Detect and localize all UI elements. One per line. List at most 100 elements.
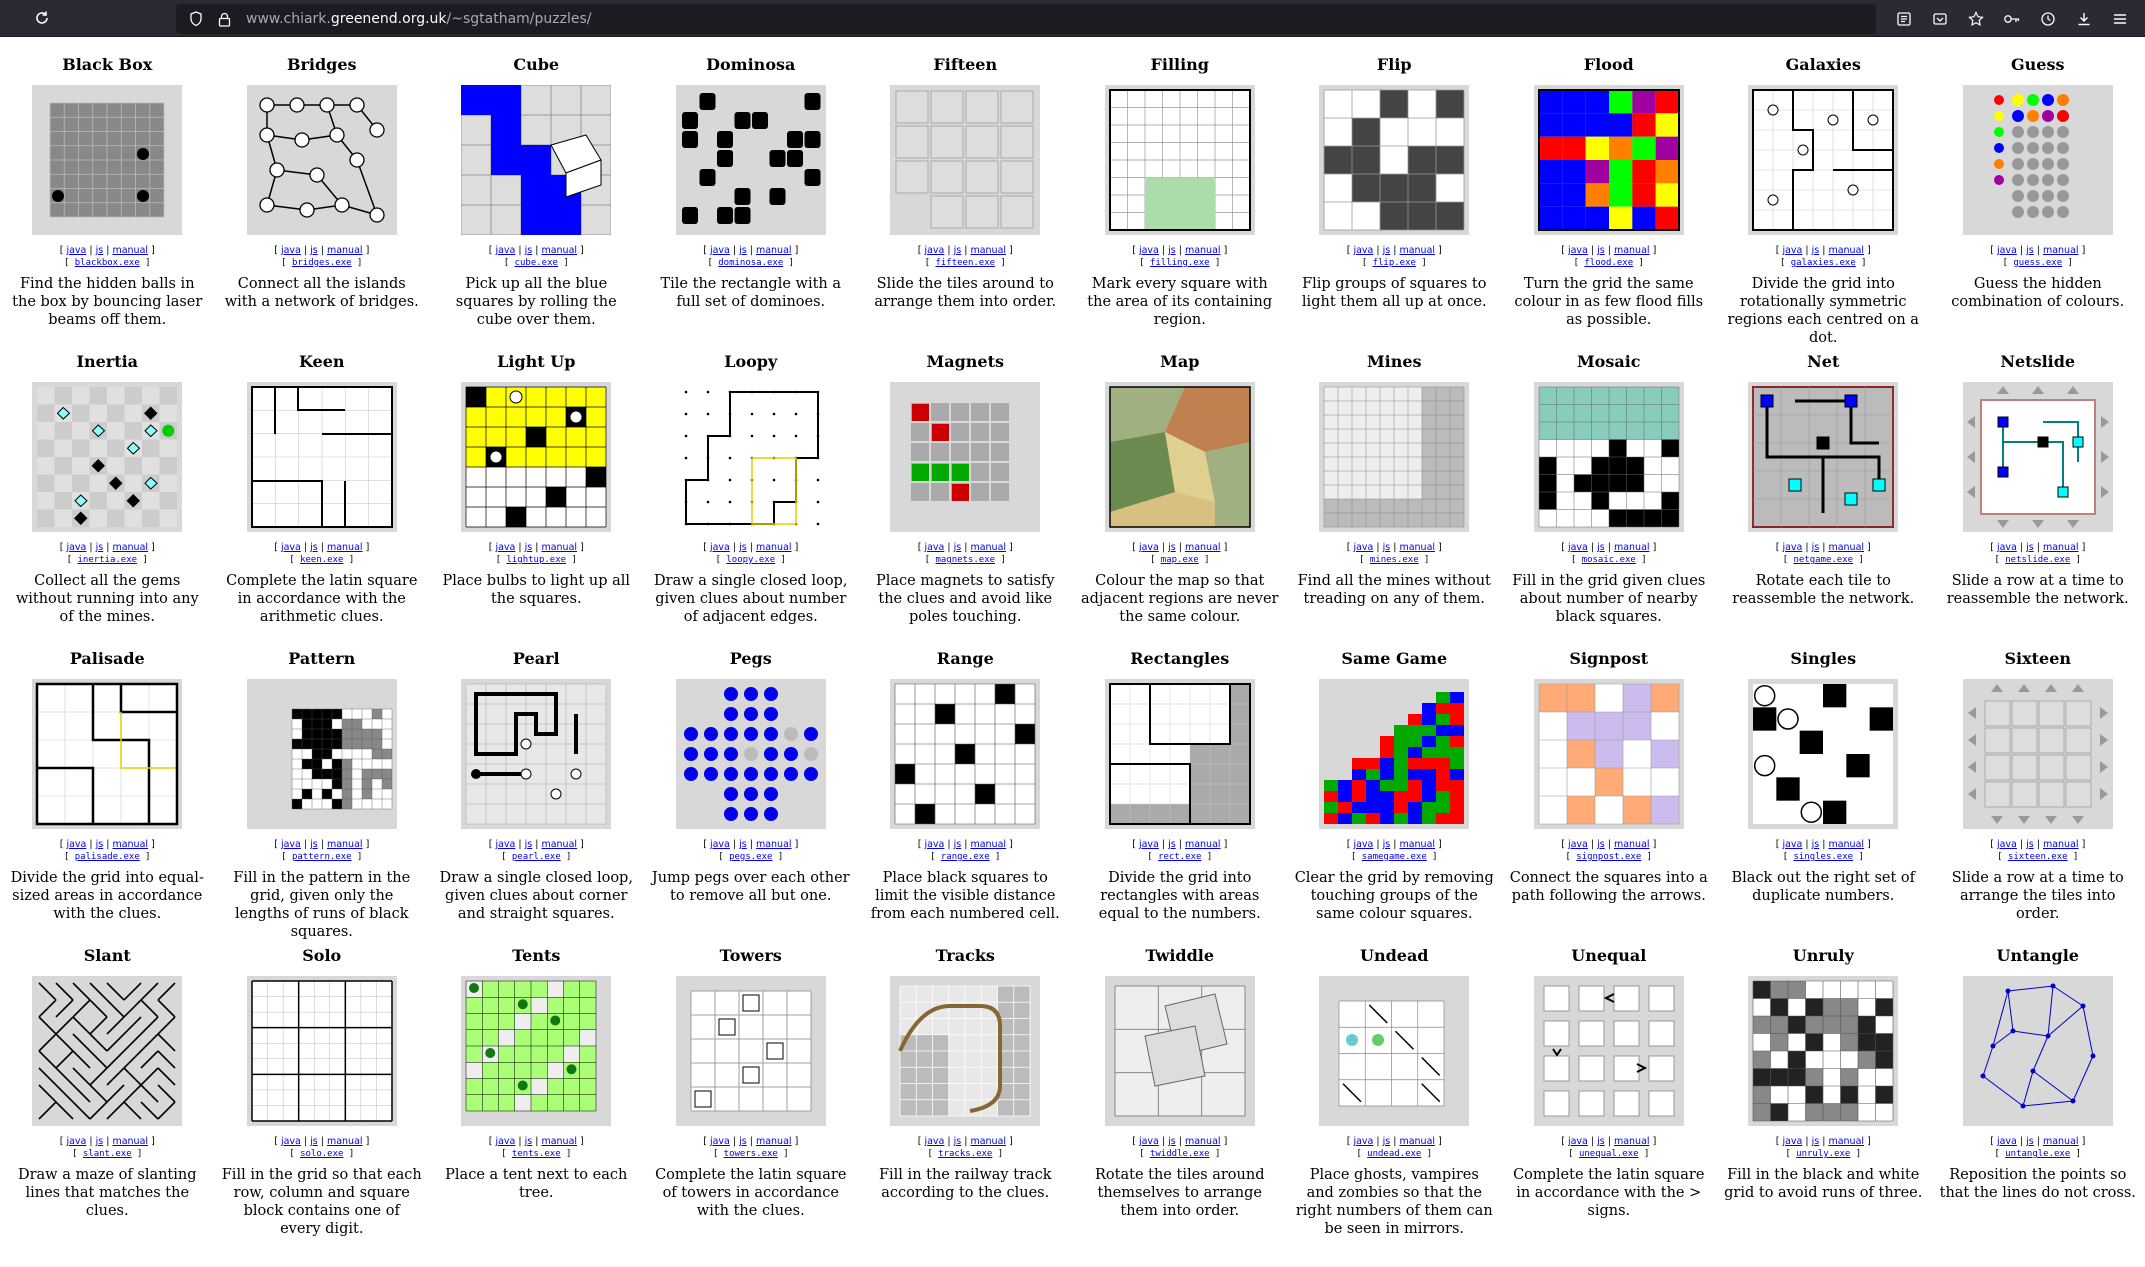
reader-view-icon[interactable] xyxy=(1889,4,1919,34)
manual-link[interactable]: manual xyxy=(327,839,363,850)
exe-download-link[interactable]: pegs.exe xyxy=(729,852,772,862)
js-link[interactable]: js xyxy=(525,245,533,256)
exe-download-link[interactable]: netgame.exe xyxy=(1793,555,1853,565)
exe-download-link[interactable]: lightup.exe xyxy=(506,555,566,565)
java-link[interactable]: java xyxy=(710,839,730,850)
manual-link[interactable]: manual xyxy=(970,839,1006,850)
exe-download-link[interactable]: singles.exe xyxy=(1793,852,1853,862)
exe-download-link[interactable]: unruly.exe xyxy=(1796,1149,1850,1159)
puzzle-screenshot-net[interactable] xyxy=(1748,382,1899,532)
js-link[interactable]: js xyxy=(310,542,318,553)
puzzle-screenshot-tents[interactable] xyxy=(461,976,612,1126)
manual-link[interactable]: manual xyxy=(327,1136,363,1147)
manual-link[interactable]: manual xyxy=(112,839,148,850)
js-link[interactable]: js xyxy=(96,245,104,256)
exe-download-link[interactable]: mosaic.exe xyxy=(1582,555,1636,565)
exe-download-link[interactable]: mines.exe xyxy=(1370,555,1419,565)
java-link[interactable]: java xyxy=(495,542,515,553)
exe-download-link[interactable]: untangle.exe xyxy=(2005,1149,2070,1159)
java-link[interactable]: java xyxy=(1568,839,1588,850)
exe-download-link[interactable]: bridges.exe xyxy=(292,258,352,268)
puzzle-screenshot-twiddle[interactable] xyxy=(1104,976,1255,1126)
exe-download-link[interactable]: tracks.exe xyxy=(938,1149,992,1159)
manual-link[interactable]: manual xyxy=(1828,1136,1864,1147)
puzzle-screenshot-map[interactable] xyxy=(1104,382,1255,532)
lock-icon[interactable] xyxy=(212,7,236,31)
js-link[interactable]: js xyxy=(525,542,533,553)
java-link[interactable]: java xyxy=(281,1136,301,1147)
java-link[interactable]: java xyxy=(1782,245,1802,256)
exe-download-link[interactable]: map.exe xyxy=(1161,555,1199,565)
java-link[interactable]: java xyxy=(66,542,86,553)
js-link[interactable]: js xyxy=(1597,245,1605,256)
js-link[interactable]: js xyxy=(2026,542,2034,553)
manual-link[interactable]: manual xyxy=(112,245,148,256)
java-link[interactable]: java xyxy=(1139,542,1159,553)
shield-icon[interactable] xyxy=(184,7,208,31)
js-link[interactable]: js xyxy=(1383,245,1391,256)
js-link[interactable]: js xyxy=(2026,245,2034,256)
manual-link[interactable]: manual xyxy=(1185,839,1221,850)
java-link[interactable]: java xyxy=(281,542,301,553)
js-link[interactable]: js xyxy=(1383,839,1391,850)
manual-link[interactable]: manual xyxy=(2043,542,2079,553)
manual-link[interactable]: manual xyxy=(1399,542,1435,553)
js-link[interactable]: js xyxy=(954,1136,962,1147)
js-link[interactable]: js xyxy=(954,245,962,256)
manual-link[interactable]: manual xyxy=(541,1136,577,1147)
puzzle-screenshot-unequal[interactable] xyxy=(1533,976,1684,1126)
manual-link[interactable]: manual xyxy=(1399,1136,1435,1147)
java-link[interactable]: java xyxy=(1353,1136,1373,1147)
java-link[interactable]: java xyxy=(924,839,944,850)
exe-download-link[interactable]: cube.exe xyxy=(515,258,558,268)
puzzle-screenshot-solo[interactable] xyxy=(246,976,397,1126)
exe-download-link[interactable]: netslide.exe xyxy=(2005,555,2070,565)
js-link[interactable]: js xyxy=(2026,1136,2034,1147)
manual-link[interactable]: manual xyxy=(970,542,1006,553)
puzzle-screenshot-filling[interactable] xyxy=(1104,85,1255,235)
js-link[interactable]: js xyxy=(96,542,104,553)
java-link[interactable]: java xyxy=(1997,542,2017,553)
exe-download-link[interactable]: sixteen.exe xyxy=(2008,852,2068,862)
exe-download-link[interactable]: dominosa.exe xyxy=(718,258,783,268)
puzzle-screenshot-palisade[interactable] xyxy=(32,679,183,829)
java-link[interactable]: java xyxy=(1997,1136,2017,1147)
manual-link[interactable]: manual xyxy=(1614,1136,1650,1147)
exe-download-link[interactable]: blackbox.exe xyxy=(75,258,140,268)
exe-download-link[interactable]: towers.exe xyxy=(724,1149,778,1159)
puzzle-screenshot-towers[interactable] xyxy=(675,976,826,1126)
puzzle-screenshot-lightup[interactable] xyxy=(461,382,612,532)
puzzle-screenshot-pegs[interactable] xyxy=(675,679,826,829)
manual-link[interactable]: manual xyxy=(970,245,1006,256)
js-link[interactable]: js xyxy=(525,839,533,850)
java-link[interactable]: java xyxy=(495,839,515,850)
js-link[interactable]: js xyxy=(310,1136,318,1147)
js-link[interactable]: js xyxy=(1383,542,1391,553)
js-link[interactable]: js xyxy=(1597,542,1605,553)
history-icon[interactable] xyxy=(2033,4,2063,34)
exe-download-link[interactable]: unequal.exe xyxy=(1579,1149,1639,1159)
manual-link[interactable]: manual xyxy=(1614,245,1650,256)
manual-link[interactable]: manual xyxy=(1185,542,1221,553)
manual-link[interactable]: manual xyxy=(327,542,363,553)
manual-link[interactable]: manual xyxy=(2043,245,2079,256)
java-link[interactable]: java xyxy=(66,245,86,256)
exe-download-link[interactable]: samegame.exe xyxy=(1362,852,1427,862)
key-icon[interactable] xyxy=(1997,4,2027,34)
java-link[interactable]: java xyxy=(1568,542,1588,553)
puzzle-screenshot-flood[interactable] xyxy=(1533,85,1684,235)
manual-link[interactable]: manual xyxy=(756,839,792,850)
js-link[interactable]: js xyxy=(954,839,962,850)
puzzle-screenshot-tracks[interactable] xyxy=(890,976,1041,1126)
js-link[interactable]: js xyxy=(1597,839,1605,850)
puzzle-screenshot-sixteen[interactable] xyxy=(1962,679,2113,829)
puzzle-screenshot-pattern[interactable] xyxy=(246,679,397,829)
puzzle-screenshot-singles[interactable] xyxy=(1748,679,1899,829)
download-icon[interactable] xyxy=(2069,4,2099,34)
exe-download-link[interactable]: pearl.exe xyxy=(512,852,561,862)
manual-link[interactable]: manual xyxy=(541,542,577,553)
manual-link[interactable]: manual xyxy=(756,542,792,553)
js-link[interactable]: js xyxy=(739,542,747,553)
puzzle-screenshot-loopy[interactable] xyxy=(675,382,826,532)
java-link[interactable]: java xyxy=(1139,839,1159,850)
